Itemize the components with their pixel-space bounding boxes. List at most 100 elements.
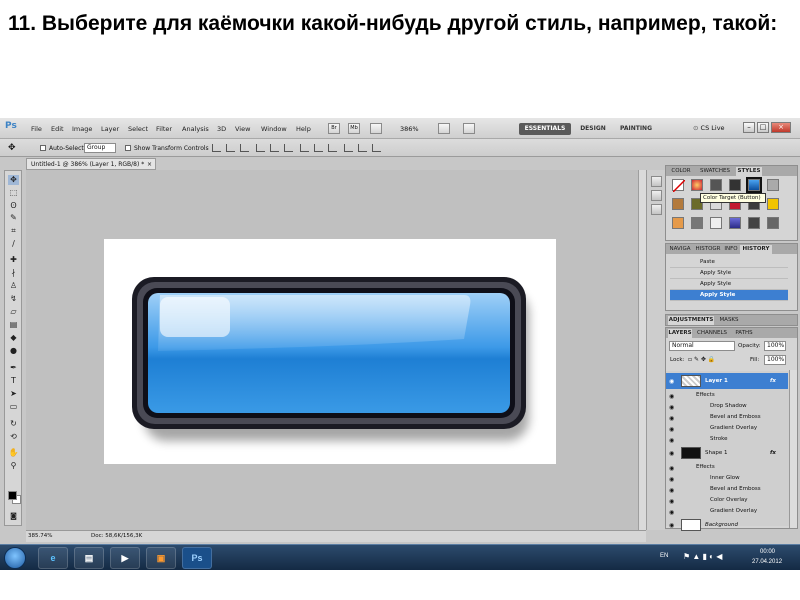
tab-histogram[interactable]: HISTOGR <box>694 245 722 254</box>
bridge-button[interactable]: Br <box>328 123 340 134</box>
lasso-icon[interactable]: ʘ <box>8 201 19 211</box>
arrange-documents-button[interactable] <box>438 123 450 134</box>
menu-layer[interactable]: Layer <box>101 125 119 133</box>
zoom-icon[interactable]: ⚲ <box>8 461 19 471</box>
eraser-icon[interactable]: ▱ <box>8 307 19 317</box>
history-step[interactable]: Paste <box>670 257 788 268</box>
style-swatch-12[interactable] <box>767 198 779 210</box>
lock-icons[interactable]: ▫ ✎ ✥ 🔒 <box>688 356 715 363</box>
visibility-eye-icon[interactable]: ◉ <box>669 374 674 390</box>
blend-mode-dropdown[interactable]: Normal <box>669 341 735 351</box>
clock-time[interactable]: 00:00 <box>760 549 775 555</box>
align-top-icon[interactable] <box>212 144 221 152</box>
layer-effect-row[interactable]: ◉ Color Overlay <box>666 495 788 506</box>
dodge-icon[interactable]: ● <box>8 346 19 356</box>
style-swatch-15[interactable] <box>710 217 722 229</box>
history-step-current[interactable]: Apply Style <box>670 290 788 301</box>
style-swatch-7[interactable] <box>672 198 684 210</box>
distribute-right-icon[interactable] <box>372 144 381 152</box>
transform-controls-checkbox[interactable] <box>125 145 131 151</box>
align-bottom-icon[interactable] <box>240 144 249 152</box>
healing-icon[interactable]: ✚ <box>8 255 19 265</box>
explorer-icon[interactable]: ▤ <box>74 547 104 569</box>
pen-icon[interactable]: ✒ <box>8 363 19 373</box>
workspace-essentials[interactable]: ESSENTIALS <box>519 123 571 135</box>
menu-view[interactable]: View <box>235 125 250 133</box>
history-step[interactable]: Apply Style <box>670 268 788 279</box>
path-select-icon[interactable]: ➤ <box>8 389 19 399</box>
style-swatch-17[interactable] <box>748 217 760 229</box>
layer-row[interactable]: ◉ Layer 1 fx <box>666 373 788 389</box>
menu-analysis[interactable]: Analysis <box>182 125 209 133</box>
marquee-icon[interactable]: ⬚ <box>8 188 19 198</box>
fx-badge[interactable]: fx <box>770 373 776 389</box>
menu-select[interactable]: Select <box>128 125 148 133</box>
layer-effects-row[interactable]: ◉ Effects <box>666 390 788 401</box>
view-extras-button[interactable] <box>370 123 382 134</box>
quick-mask-icon[interactable]: ◙ <box>8 511 19 521</box>
style-none[interactable] <box>672 179 686 193</box>
clock-date[interactable]: 27.04.2012 <box>752 559 782 565</box>
move-icon[interactable]: ✥ <box>8 175 19 185</box>
document-canvas[interactable] <box>104 239 556 464</box>
shape-icon[interactable]: ▭ <box>8 402 19 412</box>
fx-badge[interactable]: fx <box>770 445 776 461</box>
menu-filter[interactable]: Filter <box>156 125 172 133</box>
3d-orbit-icon[interactable]: ⟲ <box>8 432 19 442</box>
stamp-icon[interactable]: ♙ <box>8 281 19 291</box>
layer-row[interactable]: ◉ Shape 1 fx <box>666 445 788 461</box>
layer-effects-row[interactable]: ◉ Effects <box>666 462 788 473</box>
workspace-design[interactable]: DESIGN <box>576 123 610 135</box>
screen-mode-button[interactable] <box>463 123 475 134</box>
fill-field[interactable]: 100% <box>764 355 786 365</box>
tab-swatches[interactable]: SWATCHES <box>696 167 734 176</box>
close-tab-icon[interactable]: × <box>147 159 152 170</box>
menu-help[interactable]: Help <box>296 125 311 133</box>
style-color-target-button[interactable] <box>746 177 762 193</box>
tab-history[interactable]: HISTORY <box>740 245 772 254</box>
align-hcenter-icon[interactable] <box>270 144 279 152</box>
history-step[interactable]: Apply Style <box>670 279 788 290</box>
align-left-icon[interactable] <box>256 144 265 152</box>
opacity-field[interactable]: 100% <box>764 341 786 351</box>
style-swatch-4[interactable] <box>729 179 741 191</box>
style-swatch-18[interactable] <box>767 217 779 229</box>
menu-edit[interactable]: Edit <box>51 125 64 133</box>
app-icon[interactable]: ▣ <box>146 547 176 569</box>
photoshop-taskbar-icon[interactable]: Ps <box>182 547 212 569</box>
tab-channels[interactable]: CHANNELS <box>694 329 730 338</box>
layer-effect-row[interactable]: ◉ Bevel and Emboss <box>666 412 788 423</box>
tab-styles[interactable]: STYLES <box>736 167 762 176</box>
crop-icon[interactable]: ⌗ <box>8 226 19 236</box>
style-swatch-13[interactable] <box>672 217 684 229</box>
auto-select-dropdown[interactable]: Group <box>84 143 116 153</box>
maximize-button[interactable]: □ <box>757 122 769 133</box>
blur-icon[interactable]: ◆ <box>8 333 19 343</box>
tab-adjustments[interactable]: ADJUSTMENTS <box>668 316 714 325</box>
distribute-hcenter-icon[interactable] <box>358 144 367 152</box>
tab-layers[interactable]: LAYERS <box>668 329 692 338</box>
menu-window[interactable]: Window <box>261 125 287 133</box>
tab-color[interactable]: COLOR <box>668 167 694 176</box>
status-zoom[interactable]: 385.74% <box>28 531 52 542</box>
tab-paths[interactable]: PATHS <box>732 329 756 338</box>
zoom-level[interactable]: 386% <box>400 125 419 133</box>
layers-scrollbar[interactable] <box>789 370 797 528</box>
move-tool-icon[interactable]: ✥ <box>8 143 16 153</box>
layer-effect-row[interactable]: ◉ Drop Shadow <box>666 401 788 412</box>
quick-select-icon[interactable]: ✎ <box>8 213 19 223</box>
menu-image[interactable]: Image <box>72 125 92 133</box>
style-swatch-3[interactable] <box>710 179 722 191</box>
layer-effect-row[interactable]: ◉ Gradient Overlay <box>666 506 788 517</box>
style-swatch-14[interactable] <box>691 217 703 229</box>
start-button[interactable] <box>4 547 26 569</box>
mini-bridge-button[interactable]: Mb <box>348 123 360 134</box>
language-indicator[interactable]: EN <box>660 553 668 559</box>
align-vcenter-icon[interactable] <box>226 144 235 152</box>
panel-icon-3[interactable] <box>651 204 662 215</box>
style-swatch-16[interactable] <box>729 217 741 229</box>
layer-row-background[interactable]: ◉ Background <box>666 517 788 533</box>
visibility-eye-icon[interactable]: ◉ <box>669 518 674 534</box>
distribute-vcenter-icon[interactable] <box>314 144 323 152</box>
distribute-top-icon[interactable] <box>300 144 309 152</box>
